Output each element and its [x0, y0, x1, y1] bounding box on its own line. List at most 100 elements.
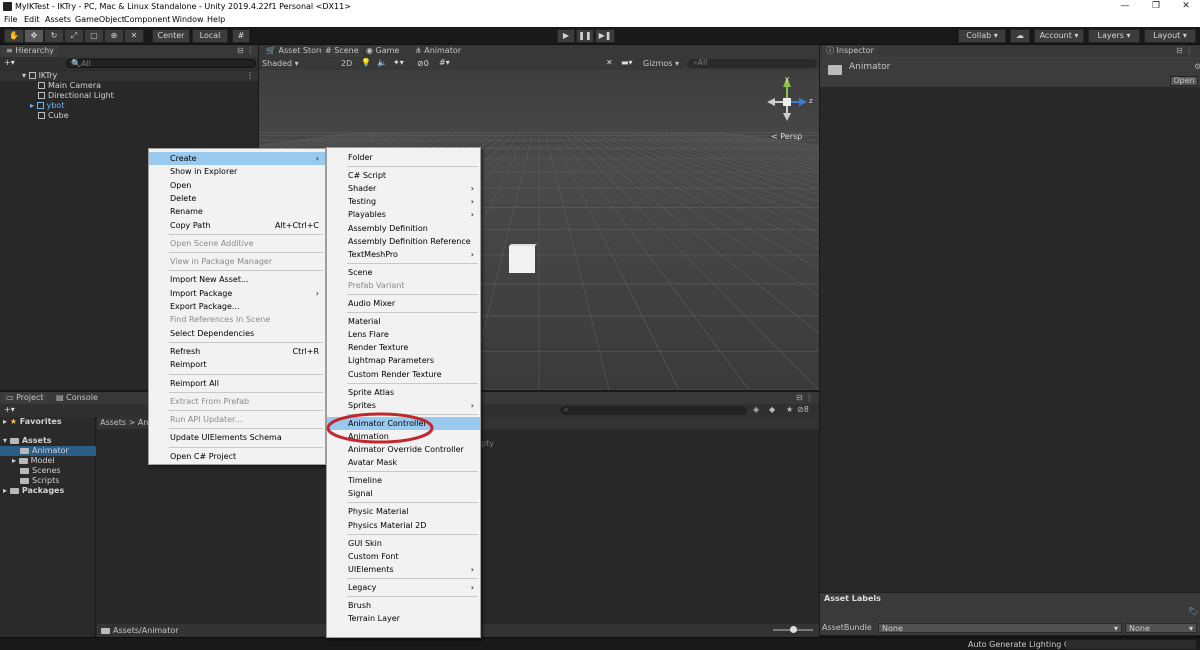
effects-toggle-icon[interactable]: ✦▾ — [393, 58, 404, 67]
menu-gameobject[interactable]: GameObject — [75, 15, 125, 24]
menu-item-custom-render-texture[interactable]: Custom Render Texture — [327, 368, 480, 381]
menu-item-c-script[interactable]: C# Script — [327, 169, 480, 182]
lock-icon[interactable]: ⊟ ⋮ — [237, 46, 254, 55]
menu-item-gui-skin[interactable]: GUI Skin — [327, 537, 480, 550]
scale-tool-icon[interactable]: ⤢ — [64, 29, 84, 43]
menu-item-assembly-definition[interactable]: Assembly Definition — [327, 222, 480, 235]
open-button[interactable]: Open — [1170, 76, 1198, 86]
menu-item-legacy[interactable]: Legacy › — [327, 581, 480, 594]
menu-item-open-c-project[interactable]: Open C# Project — [149, 450, 325, 463]
menu-edit[interactable]: Edit — [24, 15, 40, 24]
menu-item-update-uielements-schema[interactable]: Update UIElements Schema — [149, 431, 325, 444]
menu-item-avatar-mask[interactable]: Avatar Mask — [327, 456, 480, 469]
pause-button[interactable]: ❚❚ — [576, 29, 594, 43]
menu-item-import-package[interactable]: Import Package › — [149, 287, 325, 300]
scene-search-input[interactable]: ⌕All — [687, 59, 817, 68]
camera-icon[interactable]: ▬▾ — [621, 58, 633, 67]
asset-variant-dropdown[interactable]: None ▾ — [1125, 623, 1197, 633]
label-tag-icon[interactable]: 🏷 — [1188, 607, 1198, 616]
menu-item-show-in-explorer[interactable]: Show in Explorer — [149, 165, 325, 178]
pivot-local-button[interactable]: Local — [192, 29, 228, 43]
menu-item-physics-material-2d[interactable]: Physics Material 2D — [327, 519, 480, 532]
menu-item-open[interactable]: Open — [149, 179, 325, 192]
menu-item-lightmap-parameters[interactable]: Lightmap Parameters — [327, 354, 480, 367]
rect-tool-icon[interactable]: ▢ — [84, 29, 104, 43]
menu-assets[interactable]: Assets — [45, 15, 71, 24]
tab-game[interactable]: ◉ Game — [362, 45, 403, 57]
folder-model-row[interactable]: ▸ Model — [0, 456, 55, 466]
hand-tool-icon[interactable]: ✋ — [4, 29, 24, 43]
menu-window[interactable]: Window — [172, 15, 204, 24]
menu-item-custom-font[interactable]: Custom Font — [327, 550, 480, 563]
tab-asset-store[interactable]: 🛒 Asset Store — [262, 45, 328, 57]
slider-thumb[interactable] — [790, 626, 797, 633]
menu-item-brush[interactable]: Brush — [327, 599, 480, 612]
tab-animator[interactable]: ⋔ Animator — [411, 45, 465, 57]
folder-animator-row[interactable]: Animator — [0, 446, 96, 456]
shading-mode-dropdown[interactable]: Shaded ▾ — [262, 59, 336, 68]
menu-item-rename[interactable]: Rename — [149, 205, 325, 218]
create-plus-icon[interactable]: +▾ — [4, 58, 15, 67]
lighting-status[interactable]: Auto Generate Lighting Off — [968, 640, 1076, 649]
close-icon[interactable]: ✕ — [1176, 1, 1196, 11]
menu-item-timeline[interactable]: Timeline — [327, 474, 480, 487]
menu-item-scene[interactable]: Scene — [327, 266, 480, 279]
tools-icon[interactable]: ✕ — [606, 58, 613, 67]
menu-item-signal[interactable]: Signal — [327, 487, 480, 500]
menu-item-testing[interactable]: Testing › — [327, 195, 480, 208]
hierarchy-item-cube[interactable]: Cube — [0, 111, 69, 121]
filter-type-icon[interactable]: ◈ — [753, 405, 759, 414]
rotate-tool-icon[interactable]: ↻ — [44, 29, 64, 43]
menu-item-export-package[interactable]: Export Package... — [149, 300, 325, 313]
menu-item-audio-mixer[interactable]: Audio Mixer — [327, 297, 480, 310]
menu-item-textmeshpro[interactable]: TextMeshPro › — [327, 248, 480, 261]
menu-item-reimport[interactable]: Reimport — [149, 358, 325, 371]
hierarchy-item-main-camera[interactable]: Main Camera — [0, 81, 101, 91]
layout-dropdown[interactable]: Layout ▾ — [1144, 29, 1196, 43]
move-tool-icon[interactable]: ✥ — [24, 29, 44, 43]
orientation-gizmo[interactable]: y z < Persp — [759, 75, 819, 155]
inspector-lock-icon[interactable]: ⊟ ⋮ — [1176, 46, 1193, 55]
packages-row[interactable]: ▸ Packages — [0, 486, 64, 496]
hierarchy-item-directional-light[interactable]: Directional Light — [0, 91, 114, 101]
asset-bundle-dropdown[interactable]: None ▾ — [878, 623, 1122, 633]
persp-label[interactable]: < Persp — [771, 132, 802, 141]
assets-root-row[interactable]: ▾ Assets — [0, 436, 52, 446]
project-lock-icon[interactable]: ⊟ ⋮ — [796, 393, 813, 402]
menu-item-terrain-layer[interactable]: Terrain Layer — [327, 612, 480, 625]
pivot-center-button[interactable]: Center — [152, 29, 190, 43]
2d-toggle-button[interactable]: 2D — [341, 59, 352, 68]
hidden-count-icon[interactable]: ⊘8 — [797, 405, 809, 414]
transform-tool-icon[interactable]: ⊕ — [104, 29, 124, 43]
hierarchy-search-input[interactable]: 🔍All — [66, 59, 256, 68]
minimize-icon[interactable]: — — [1115, 1, 1135, 11]
grid-toggle-icon[interactable]: #▾ — [439, 58, 450, 67]
menu-item-copy-path[interactable]: Copy Path Alt+Ctrl+C — [149, 219, 325, 232]
snap-icon[interactable]: # — [232, 29, 250, 43]
menu-item-playables[interactable]: Playables › — [327, 208, 480, 221]
lighting-toggle-icon[interactable]: 💡 — [361, 58, 371, 67]
menu-item-material[interactable]: Material — [327, 315, 480, 328]
account-dropdown[interactable]: Account ▾ — [1034, 29, 1084, 43]
favorites-row[interactable]: ▸ ★ Favorites — [0, 417, 62, 427]
project-search-input[interactable]: ⌕ — [560, 406, 747, 415]
menu-help[interactable]: Help — [207, 15, 225, 24]
menu-item-import-new-asset[interactable]: Import New Asset... — [149, 273, 325, 286]
menu-item-select-dependencies[interactable]: Select Dependencies — [149, 327, 325, 340]
audio-toggle-icon[interactable]: 🔈 — [377, 58, 387, 67]
menu-component[interactable]: Component — [124, 15, 170, 24]
settings-gear-icon[interactable]: ⚙ — [1194, 62, 1200, 71]
menu-file[interactable]: File — [4, 15, 17, 24]
tab-project[interactable]: ▭ Project — [2, 392, 48, 404]
menu-item-shader[interactable]: Shader › — [327, 182, 480, 195]
cube-object[interactable] — [509, 246, 535, 273]
menu-item-reimport-all[interactable]: Reimport All — [149, 377, 325, 390]
project-create-plus-icon[interactable]: +▾ — [4, 405, 15, 414]
folder-scripts-row[interactable]: Scripts — [0, 476, 59, 486]
menu-item-render-texture[interactable]: Render Texture — [327, 341, 480, 354]
layers-dropdown[interactable]: Layers ▾ — [1088, 29, 1140, 43]
menu-item-refresh[interactable]: Refresh Ctrl+R — [149, 345, 325, 358]
hierarchy-item-ybot[interactable]: ▸ ybot — [0, 101, 64, 111]
menu-item-folder[interactable]: Folder — [327, 151, 480, 164]
filter-label-icon[interactable]: ◆ — [769, 405, 775, 414]
